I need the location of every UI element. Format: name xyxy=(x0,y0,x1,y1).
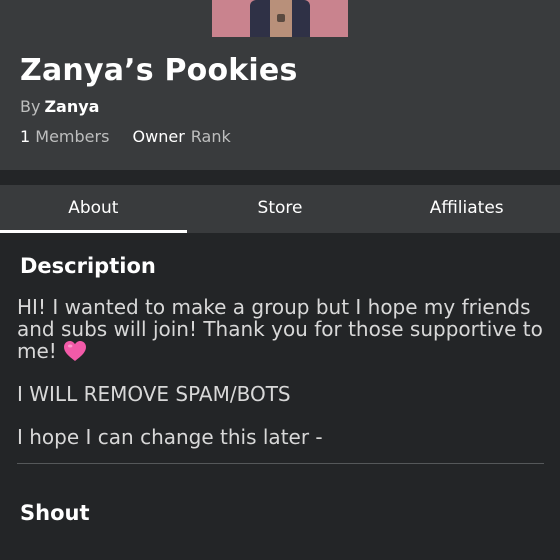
group-header: Zanya’s Pookies By Zanya 1 Members Owner R… xyxy=(0,0,560,170)
group-page: Zanya’s Pookies By Zanya 1 Members Owner R… xyxy=(0,0,560,560)
emblem-figure xyxy=(250,0,310,37)
rank-label: Rank xyxy=(190,127,231,146)
user-role: Owner xyxy=(132,127,185,146)
owner-link[interactable]: Zanya xyxy=(44,97,99,116)
description-paragraph: I WILL REMOVE SPAM/BOTS xyxy=(17,382,291,406)
about-panel: Description HI! I wanted to make a group… xyxy=(0,233,560,560)
group-name: Zanya’s Pookies xyxy=(20,53,298,88)
tab-about[interactable]: About xyxy=(0,185,187,234)
shout-title: Shout xyxy=(20,501,90,525)
group-byline: By Zanya xyxy=(20,97,99,116)
description-body: HI! I wanted to make a group but I hope … xyxy=(17,296,547,469)
description-paragraph: I hope I can change this later - xyxy=(17,425,323,449)
tab-bar: About Store Affiliates xyxy=(0,185,560,234)
description-paragraph: HI! I wanted to make a group but I hope … xyxy=(17,295,543,363)
group-stats: 1 Members Owner Rank xyxy=(20,127,231,146)
tab-store[interactable]: Store xyxy=(187,185,374,233)
pink-heart-icon xyxy=(63,341,86,361)
member-count: 1 xyxy=(20,127,31,146)
divider xyxy=(17,463,544,464)
tab-affiliates[interactable]: Affiliates xyxy=(373,185,560,233)
by-label: By xyxy=(20,97,41,116)
description-title: Description xyxy=(20,254,156,278)
members-label: Members xyxy=(35,127,110,146)
group-emblem xyxy=(212,0,348,37)
